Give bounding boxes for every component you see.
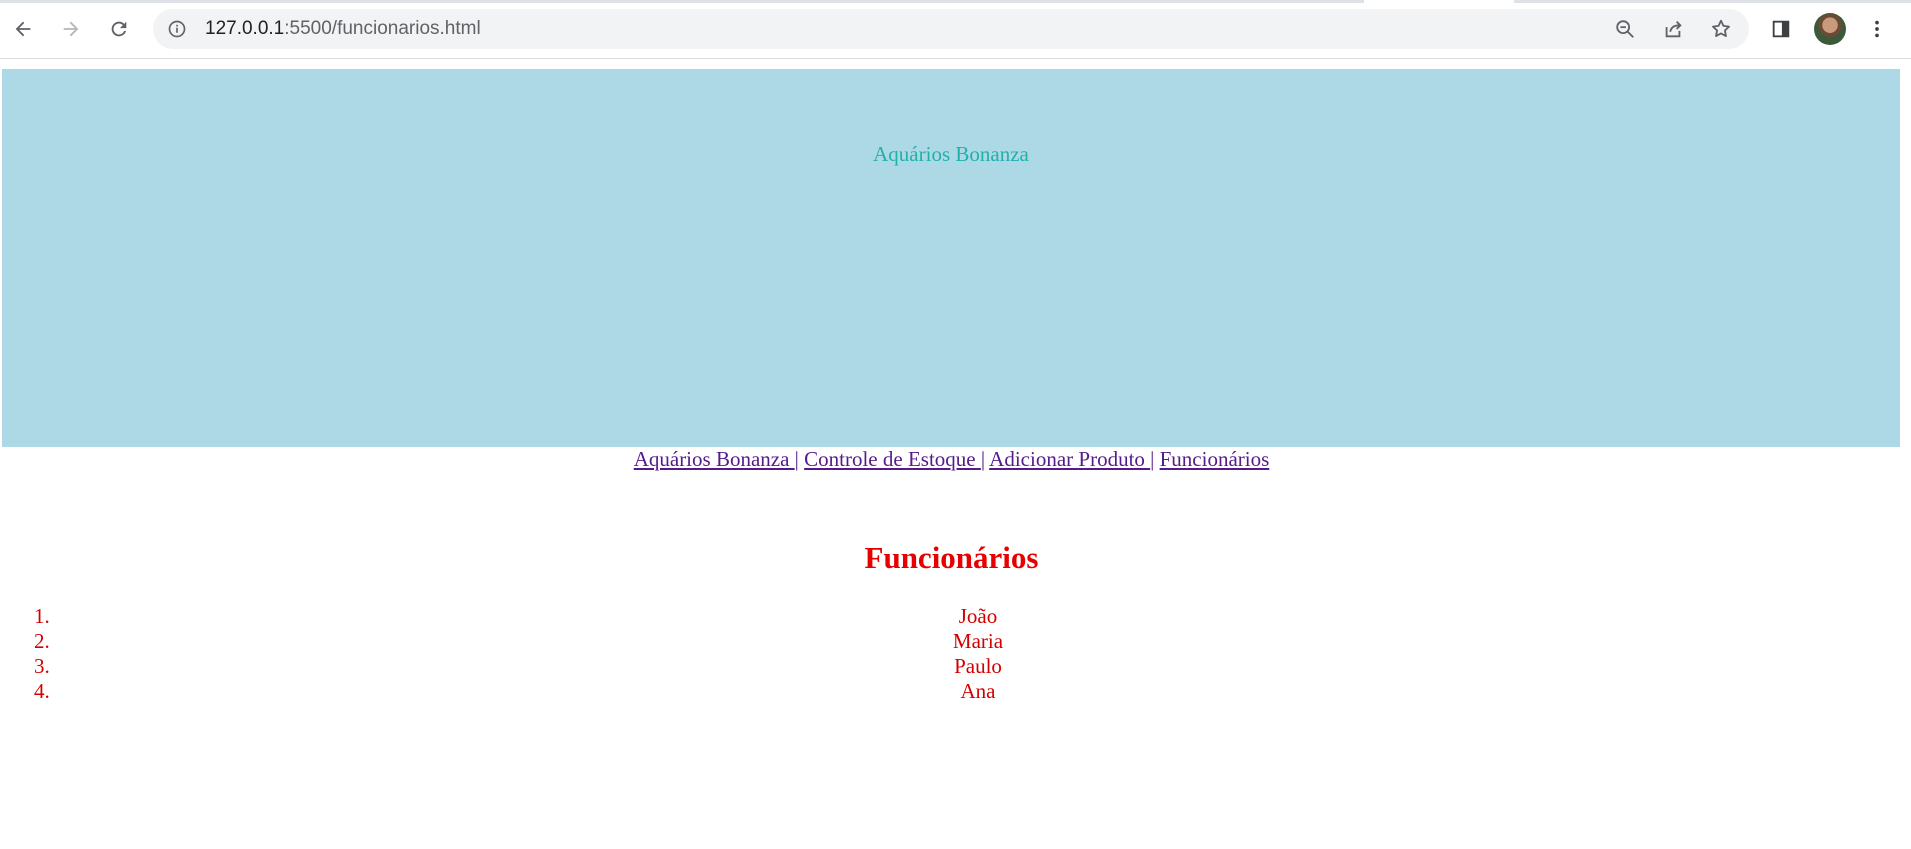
- info-icon[interactable]: [167, 19, 187, 39]
- header-banner: Aquários Bonanza: [2, 69, 1900, 447]
- star-icon: [1712, 19, 1730, 37]
- share-button[interactable]: [1661, 17, 1685, 41]
- list-item-name: Paulo: [954, 654, 1002, 678]
- nav-separator: |: [794, 447, 799, 471]
- share-icon: [1665, 21, 1682, 38]
- list-item: 3. Paulo: [0, 654, 1903, 679]
- list-item-name: João: [958, 604, 998, 628]
- list-item-name: Ana: [960, 679, 996, 703]
- back-button[interactable]: [5, 11, 41, 47]
- list-item-name: Maria: [952, 629, 1004, 653]
- employee-list: 1. João 2. Maria 3. Paulo 4. Ana: [0, 604, 1903, 704]
- zoom-button[interactable]: [1613, 17, 1637, 41]
- side-panel-icon: [1772, 20, 1790, 38]
- arrow-right-icon: [63, 21, 79, 37]
- reload-icon: [111, 21, 127, 37]
- side-panel-button[interactable]: [1763, 11, 1799, 47]
- url-path: :5500/funcionarios.html: [284, 18, 481, 39]
- browser-toolbar: 127.0.0.1:5500/funcionarios.html: [0, 0, 1911, 59]
- bookmark-button[interactable]: [1709, 17, 1733, 41]
- zoom-out-icon: [1616, 20, 1634, 38]
- url-host: 127.0.0.1: [205, 18, 285, 39]
- nav-separator: |: [980, 447, 986, 471]
- nav-separator: |: [1150, 447, 1155, 471]
- url-text: 127.0.0.1:5500/funcionarios.html: [205, 19, 481, 39]
- nav-link-add-product[interactable]: Adicionar Produto: [989, 447, 1150, 471]
- nav-link-stock-control[interactable]: Controle de Estoque: [804, 447, 981, 471]
- page-title: Funcionários: [864, 540, 1039, 575]
- nav-link-employees[interactable]: Funcionários: [1160, 447, 1270, 471]
- forward-button[interactable]: [53, 11, 89, 47]
- address-bar[interactable]: 127.0.0.1:5500/funcionarios.html: [153, 9, 1749, 49]
- tab-strip-segment: [1514, 0, 1911, 3]
- reload-button[interactable]: [101, 11, 137, 47]
- more-vert-icon: [1875, 20, 1879, 38]
- tab-strip: [0, 0, 1911, 3]
- list-item: 1. João: [0, 604, 1903, 629]
- site-title: Aquários Bonanza: [873, 142, 1029, 166]
- site-nav: Aquários Bonanza | Controle de Estoque |…: [0, 446, 1903, 472]
- list-item: 2. Maria: [0, 629, 1903, 654]
- tab-strip-segment: [0, 0, 1364, 3]
- menu-button[interactable]: [1859, 11, 1895, 47]
- profile-avatar[interactable]: [1814, 13, 1846, 45]
- list-item: 4. Ana: [0, 679, 1903, 704]
- nav-link-home[interactable]: Aquários Bonanza: [634, 447, 795, 471]
- arrow-left-icon: [15, 21, 31, 37]
